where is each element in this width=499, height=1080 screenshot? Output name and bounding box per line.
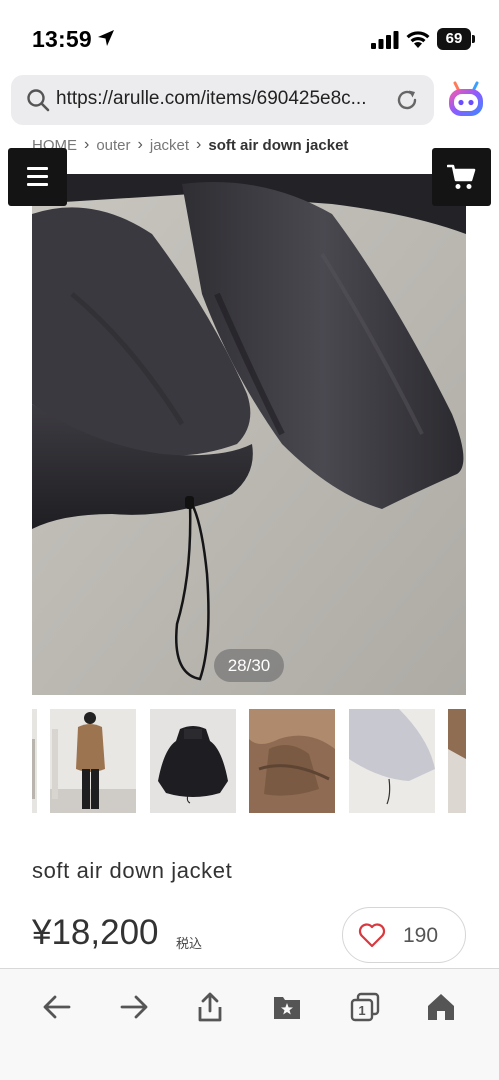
battery-indicator: 69	[437, 28, 475, 50]
browser-toolbar: 1	[0, 968, 499, 1080]
status-bar: 13:59 69	[0, 0, 499, 72]
back-icon[interactable]	[41, 991, 73, 1023]
image-counter: 28/30	[214, 649, 284, 682]
search-icon	[27, 89, 50, 112]
chevron-right-icon: ›	[137, 136, 143, 154]
address-bar[interactable]: https://arulle.com/items/690425e8c...	[11, 75, 434, 125]
product-price: ¥18,200	[32, 913, 159, 952]
wifi-icon	[406, 31, 430, 48]
bookmarks-icon[interactable]	[271, 991, 303, 1023]
thumbnail[interactable]	[249, 709, 335, 813]
forward-icon[interactable]	[118, 991, 150, 1023]
hamburger-icon	[27, 167, 48, 170]
tab-count: 1	[358, 1003, 365, 1018]
jacket-photo	[32, 174, 466, 695]
url-text[interactable]: https://arulle.com/items/690425e8c...	[56, 88, 386, 110]
cart-icon	[447, 164, 476, 189]
share-icon[interactable]	[194, 991, 226, 1023]
product-main-image[interactable]: 28/30	[32, 174, 466, 695]
chevron-right-icon: ›	[84, 136, 90, 154]
product-title: soft air down jacket	[32, 858, 233, 883]
location-arrow-icon	[98, 30, 114, 46]
thumbnail[interactable]	[150, 709, 236, 813]
thumbnail-strip[interactable]	[32, 709, 466, 813]
tabs-icon[interactable]: 1	[349, 991, 381, 1023]
assistant-icon[interactable]	[446, 80, 486, 120]
like-button[interactable]: 190	[342, 907, 466, 963]
battery-level: 69	[437, 28, 471, 50]
breadcrumb-outer[interactable]: outer	[96, 137, 130, 154]
tax-label: 税込	[176, 936, 203, 951]
thumbnail[interactable]	[448, 709, 466, 813]
menu-button[interactable]	[8, 148, 67, 206]
breadcrumb-current: soft air down jacket	[208, 136, 349, 154]
breadcrumb-jacket[interactable]: jacket	[150, 137, 189, 154]
thumbnail[interactable]	[32, 709, 37, 813]
heart-icon	[358, 923, 386, 948]
like-count: 190	[403, 924, 439, 947]
thumbnail[interactable]	[50, 709, 136, 813]
home-icon[interactable]	[425, 991, 457, 1023]
reload-icon[interactable]	[395, 88, 419, 112]
breadcrumb: HOME › outer › jacket › soft air down jacket	[32, 136, 348, 158]
chevron-right-icon: ›	[196, 136, 202, 154]
cart-button[interactable]	[432, 148, 491, 206]
cellular-signal-icon	[371, 31, 399, 49]
thumbnail[interactable]	[349, 709, 435, 813]
status-time: 13:59	[32, 26, 92, 52]
